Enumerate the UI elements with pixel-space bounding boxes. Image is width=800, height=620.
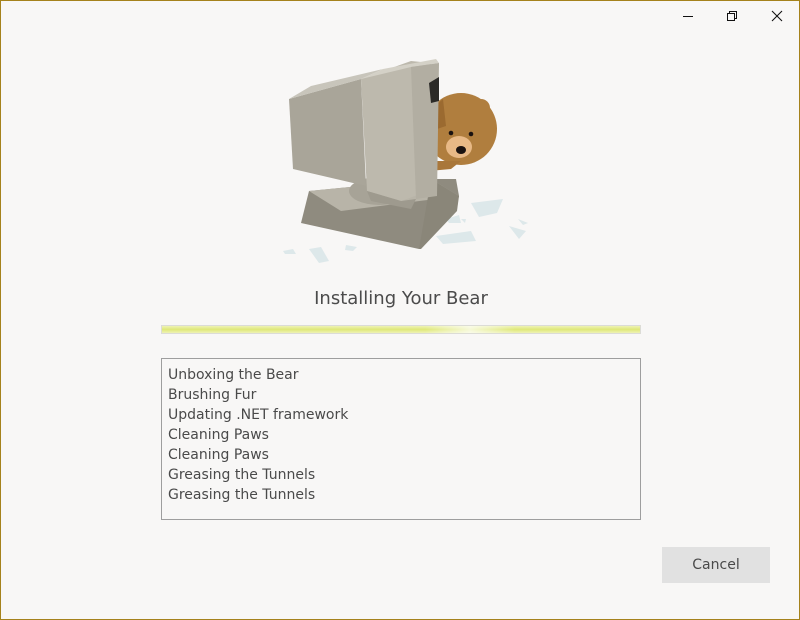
install-title: Installing Your Bear (314, 288, 488, 309)
log-item: Greasing the Tunnels (168, 487, 316, 503)
bear-computer-illustration (271, 51, 541, 271)
close-button[interactable] (754, 1, 800, 31)
log-item: Unboxing the Bear (168, 367, 299, 383)
installer-window: Installing Your Bear Unboxing the Bear Br… (0, 0, 800, 620)
minimize-icon (683, 16, 693, 17)
restore-button[interactable] (709, 1, 755, 31)
log-item: Greasing the Tunnels (168, 467, 316, 483)
log-item: Cleaning Paws (168, 447, 269, 463)
cancel-button[interactable]: Cancel (662, 547, 770, 583)
install-log-list[interactable]: Unboxing the Bear Brushing Fur Updating .N… (161, 358, 641, 520)
minimize-button[interactable] (665, 1, 711, 31)
close-icon (771, 10, 783, 22)
restore-icon (727, 11, 737, 21)
log-item: Brushing Fur (168, 387, 257, 403)
log-item: Updating .NET framework (168, 407, 349, 423)
progress-fill (162, 326, 640, 333)
install-progress-bar (161, 325, 641, 334)
log-item: Cleaning Paws (168, 427, 269, 443)
